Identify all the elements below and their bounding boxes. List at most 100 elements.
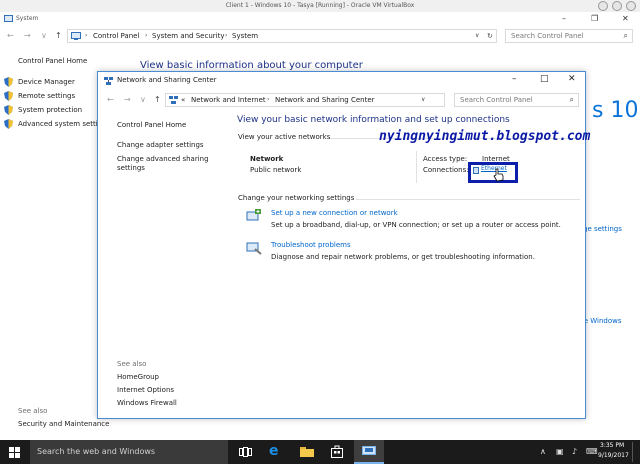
breadcrumb-system-security[interactable]: System and Security [152, 32, 224, 40]
clock-date[interactable]: 9/19/2017 [598, 452, 629, 459]
vbox-close-button[interactable] [626, 1, 636, 11]
access-type-label: Access type: [423, 155, 468, 163]
security-maintenance-link[interactable]: Security and Maintenance [18, 420, 109, 428]
nsc-see-also-label: See also [117, 360, 147, 368]
clock-time[interactable]: 3:35 PM [600, 442, 624, 449]
show-hidden-icons-icon[interactable]: ∧ [540, 447, 546, 456]
nsc-address-bar[interactable]: « Network and Internet › Network and Sha… [165, 93, 507, 107]
breadcrumb-network-sharing[interactable]: Network and Sharing Center [275, 96, 375, 104]
system-app-icon [4, 15, 13, 22]
breadcrumb-network-internet[interactable]: Network and Internet [191, 96, 266, 104]
nsc-maximize-button[interactable]: □ [540, 74, 549, 84]
search-icon: ⌕ [569, 95, 574, 104]
nsc-window-title: Network and Sharing Center [117, 76, 217, 84]
network-name: Network [250, 155, 284, 163]
edge-icon: e [269, 443, 279, 459]
back-arrow-icon[interactable]: ← [107, 95, 114, 104]
breadcrumb-control-panel[interactable]: Control Panel [93, 32, 139, 40]
nsc-search-input[interactable]: Search Control Panel ⌕ [454, 93, 579, 107]
folder-icon [300, 447, 314, 457]
taskbar-search-text: Search the web and Windows [37, 447, 156, 456]
new-connection-icon [246, 209, 261, 221]
vbox-title-bar: Client 1 - Windows 10 - Tasya [Running] … [0, 0, 640, 12]
forward-arrow-icon[interactable]: → [24, 31, 31, 40]
nsc-page-title: View your basic network information and … [237, 115, 510, 125]
troubleshoot-icon [246, 242, 262, 255]
vbox-maximize-button[interactable] [612, 1, 622, 11]
system-search-input[interactable]: Search Control Panel ⌕ [505, 29, 633, 43]
change-adapter-settings-link[interactable]: Change adapter settings [117, 141, 204, 149]
task-view-button[interactable] [231, 440, 261, 464]
system-address-bar[interactable]: › Control Panel › System and Security › … [67, 29, 497, 43]
network-icon [362, 446, 376, 455]
recent-chevron-icon[interactable]: ∨ [140, 95, 146, 104]
taskbar-search-box[interactable]: Search the web and Windows [30, 440, 228, 464]
network-tray-icon[interactable]: ▣ [556, 447, 564, 456]
windows-firewall-link[interactable]: Windows Firewall [117, 399, 177, 407]
sidebar-item-system-protection[interactable]: System protection [18, 106, 82, 114]
system-close-button[interactable]: ✕ [622, 14, 629, 23]
start-button[interactable] [0, 440, 30, 464]
sidebar-item-device-manager[interactable]: Device Manager [18, 78, 75, 86]
store-button[interactable] [322, 440, 352, 464]
change-settings-link[interactable]: ge settings [583, 225, 622, 233]
section-divider [356, 199, 580, 200]
keyboard-icon[interactable]: ⌨ [586, 447, 598, 456]
vbox-minimize-button[interactable] [598, 1, 608, 11]
system-see-also-label: See also [18, 407, 48, 415]
change-advanced-sharing-link[interactable]: Change advanced sharing settings [117, 155, 217, 173]
nsc-close-button[interactable]: ✕ [568, 74, 576, 84]
change-networking-label: Change your networking settings [238, 194, 355, 202]
store-bag-icon [331, 445, 343, 458]
refresh-icon[interactable]: ↻ [487, 32, 493, 40]
shield-icon [4, 119, 13, 129]
network-center-taskbar-button[interactable] [354, 440, 384, 464]
system-restore-button[interactable]: ❐ [591, 14, 598, 23]
watermark-text: nyingnyingimut.blogspot.com [379, 129, 591, 144]
edge-button[interactable]: e [261, 440, 291, 464]
system-window-title: System [16, 15, 39, 22]
breadcrumb-separator-icon: › [225, 32, 228, 39]
show-desktop-button[interactable] [632, 442, 638, 462]
nsc-minimize-button[interactable]: – [512, 74, 517, 84]
system-minimize-button[interactable]: – [562, 14, 566, 23]
task-view-icon [239, 447, 252, 457]
shield-icon [4, 105, 13, 115]
search-placeholder: Search Control Panel [511, 32, 584, 40]
sidebar-item-remote-settings[interactable]: Remote settings [18, 92, 75, 100]
system-page-title: View basic information about your comput… [140, 60, 363, 71]
control-panel-icon [71, 32, 81, 40]
search-placeholder: Search Control Panel [460, 96, 533, 104]
network-type: Public network [250, 166, 302, 174]
back-arrow-icon[interactable]: ← [7, 31, 14, 40]
activate-windows-link[interactable]: te Windows [581, 317, 622, 325]
network-divider [416, 151, 417, 183]
setup-connection-link[interactable]: Set up a new connection or network [271, 209, 398, 217]
hand-cursor-icon [493, 168, 504, 182]
breadcrumb-overflow[interactable]: « [181, 96, 185, 104]
network-icon [169, 96, 178, 104]
troubleshoot-desc: Diagnose and repair network problems, or… [271, 253, 535, 261]
shield-icon [4, 91, 13, 101]
connections-label: Connections: [423, 166, 469, 174]
breadcrumb-system[interactable]: System [232, 32, 258, 40]
internet-options-link[interactable]: Internet Options [117, 386, 174, 394]
active-networks-label: View your active networks [238, 133, 331, 141]
volume-icon[interactable]: ♪ [572, 447, 577, 456]
address-dropdown-icon[interactable]: ∨ [421, 96, 425, 103]
windows10-logo-text: s 10 [592, 98, 639, 123]
taskbar: Search the web and Windows e ∧ ▣ ♪ ⌨ 3:3… [0, 440, 640, 464]
up-arrow-icon[interactable]: ↑ [154, 95, 161, 104]
troubleshoot-link[interactable]: Troubleshoot problems [271, 241, 351, 249]
forward-arrow-icon[interactable]: → [124, 95, 131, 104]
homegroup-link[interactable]: HomeGroup [117, 373, 159, 381]
nsc-control-panel-home[interactable]: Control Panel Home [117, 121, 186, 129]
sidebar-control-panel-home[interactable]: Control Panel Home [18, 57, 87, 65]
up-arrow-icon[interactable]: ↑ [55, 31, 62, 40]
search-icon: ⌕ [623, 31, 628, 40]
address-dropdown-icon[interactable]: ∨ [475, 32, 479, 39]
file-explorer-button[interactable] [292, 440, 322, 464]
recent-chevron-icon[interactable]: ∨ [41, 31, 47, 40]
network-sharing-center-window: Network and Sharing Center – □ ✕ ← → ∨ ↑… [97, 71, 590, 419]
breadcrumb-separator-icon: › [267, 96, 270, 103]
